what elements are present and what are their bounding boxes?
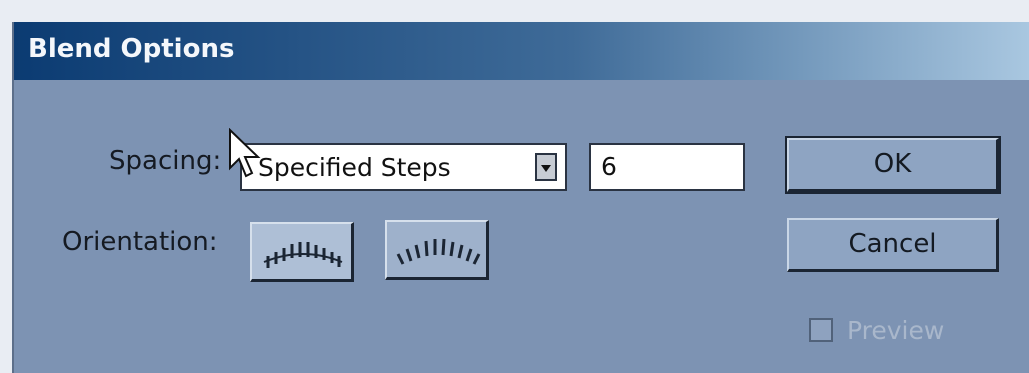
ok-button[interactable]: OK [787,138,999,192]
preview-checkbox[interactable]: Preview [809,316,944,345]
align-to-path-button[interactable] [385,220,489,280]
checkbox-box[interactable] [809,317,833,342]
blend-options-dialog: Blend Options Spacing: Specified Steps 6… [12,22,1029,373]
cancel-button[interactable]: Cancel [787,218,999,272]
preview-label: Preview [847,316,945,345]
orientation-label: Orientation: [62,227,218,257]
align-to-path-icon [396,238,481,265]
background-strip [0,0,1029,22]
chevron-down-icon[interactable] [535,153,557,181]
align-to-page-icon [263,242,343,268]
align-to-page-button[interactable] [250,222,354,282]
steps-input[interactable]: 6 [589,143,745,191]
mouse-pointer-icon [229,128,261,178]
spacing-label: Spacing: [109,146,222,176]
dialog-title: Blend Options [28,34,235,64]
screenshot-stage: Blend Options Spacing: Specified Steps 6… [0,0,1029,373]
dialog-titlebar[interactable]: Blend Options [14,22,1029,80]
spacing-dropdown-value: Specified Steps [258,153,451,182]
spacing-dropdown[interactable]: Specified Steps [240,143,567,191]
